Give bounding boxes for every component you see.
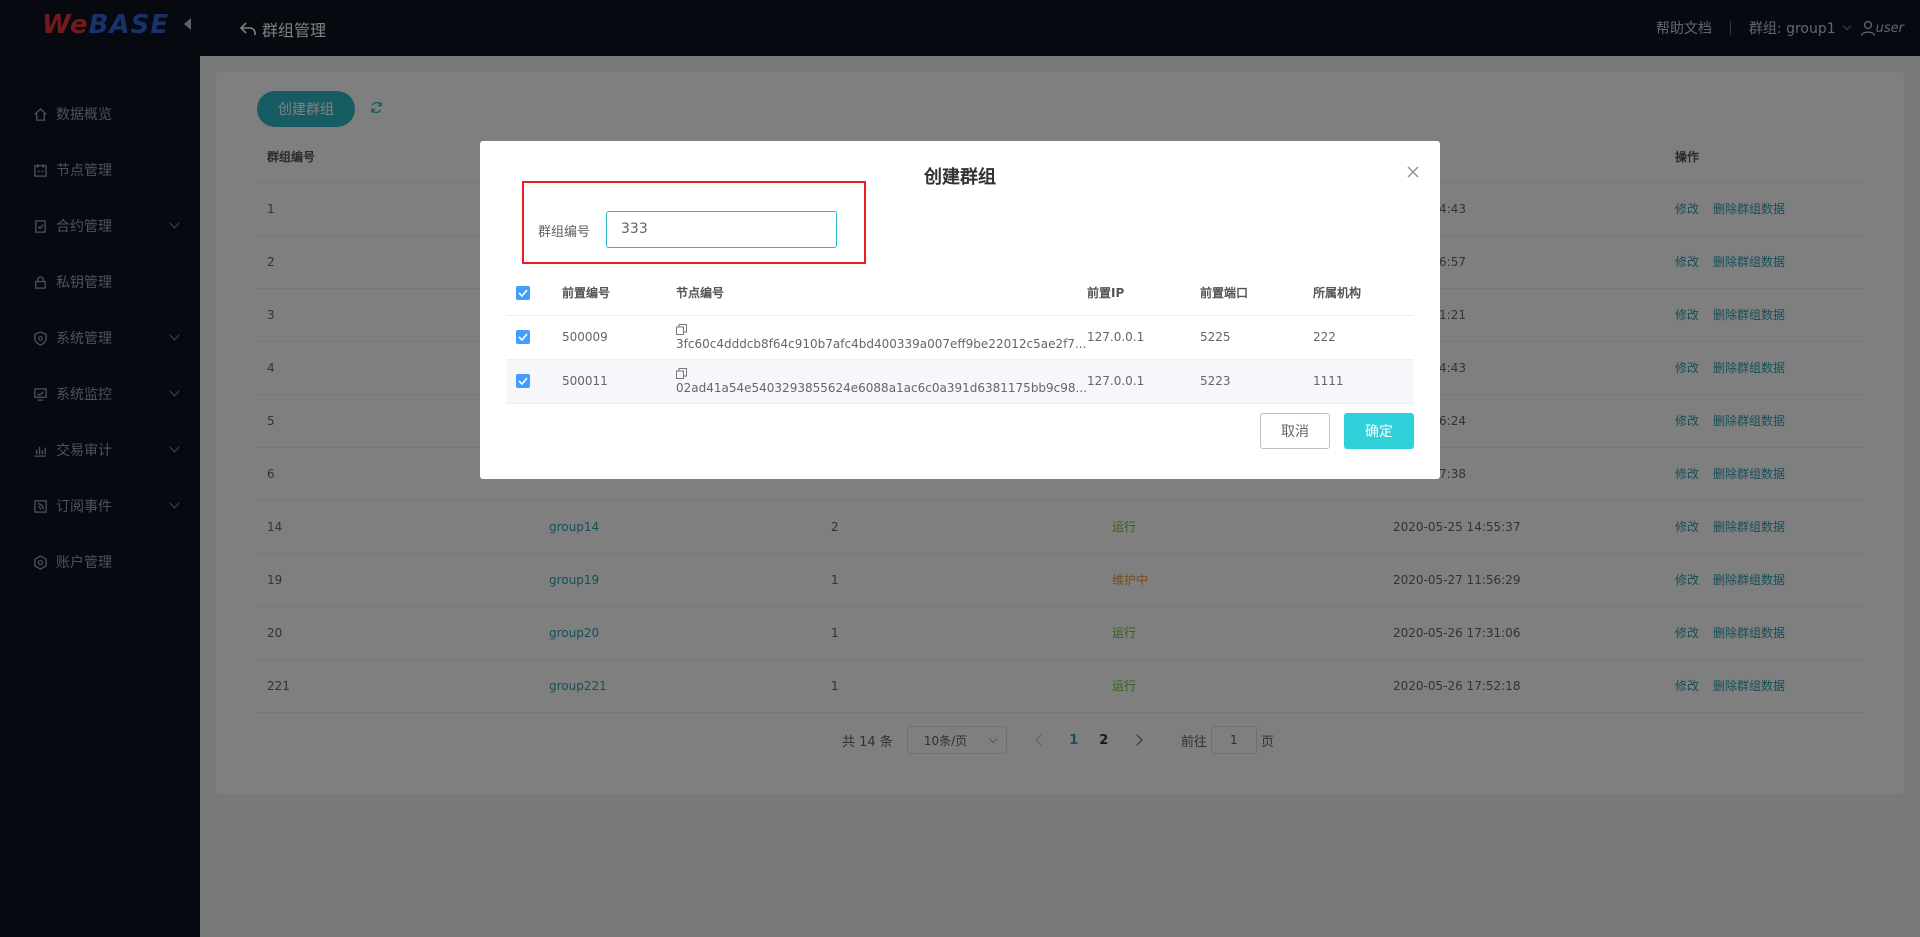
copy-icon[interactable] bbox=[676, 324, 687, 335]
checkbox-cell bbox=[506, 315, 562, 360]
port-cell: 5223 bbox=[1200, 359, 1313, 404]
select-all-cell bbox=[506, 271, 562, 316]
org-cell: 222 bbox=[1313, 315, 1414, 360]
group-id-input[interactable]: 333 bbox=[606, 211, 837, 248]
close-icon[interactable] bbox=[1406, 165, 1420, 179]
port-cell: 5225 bbox=[1200, 315, 1313, 360]
front-table: 前置编号 节点编号 前置IP 前置端口 所属机构 500009 3fc60c4d… bbox=[506, 271, 1414, 404]
group-id-label: 群组编号 bbox=[538, 225, 591, 240]
table-row[interactable]: 500009 3fc60c4dddcb8f64c910b7afc4bd40033… bbox=[506, 315, 1414, 360]
table-header-row: 前置编号 节点编号 前置IP 前置端口 所属机构 bbox=[506, 271, 1414, 316]
row-checkbox[interactable] bbox=[516, 374, 530, 388]
copy-icon[interactable] bbox=[676, 368, 687, 379]
node-id-cell: 02ad41a54e5403293855624e6088a1ac6c0a391d… bbox=[676, 359, 1087, 404]
create-group-dialog: 创建群组 群组编号 333 前置编号 节点编号 前置IP 前置端口 所属机构 5… bbox=[480, 141, 1440, 479]
ip-cell: 127.0.0.1 bbox=[1087, 359, 1200, 404]
col-org: 所属机构 bbox=[1313, 271, 1414, 316]
col-front-port: 前置端口 bbox=[1200, 271, 1313, 316]
col-front-ip: 前置IP bbox=[1087, 271, 1200, 316]
org-cell: 1111 bbox=[1313, 359, 1414, 404]
row-checkbox[interactable] bbox=[516, 330, 530, 344]
ip-cell: 127.0.0.1 bbox=[1087, 315, 1200, 360]
front-id-cell: 500009 bbox=[562, 315, 676, 360]
select-all-checkbox[interactable] bbox=[516, 285, 530, 300]
confirm-button[interactable]: 确定 bbox=[1344, 413, 1414, 449]
cancel-button[interactable]: 取消 bbox=[1260, 413, 1330, 449]
col-node-id: 节点编号 bbox=[676, 271, 1087, 316]
col-front-id: 前置编号 bbox=[562, 271, 676, 316]
checkbox-cell bbox=[506, 359, 562, 404]
table-row[interactable]: 500011 02ad41a54e5403293855624e6088a1ac6… bbox=[506, 359, 1414, 404]
front-id-cell: 500011 bbox=[562, 359, 676, 404]
node-id-cell: 3fc60c4dddcb8f64c910b7afc4bd400339a007ef… bbox=[676, 315, 1087, 360]
